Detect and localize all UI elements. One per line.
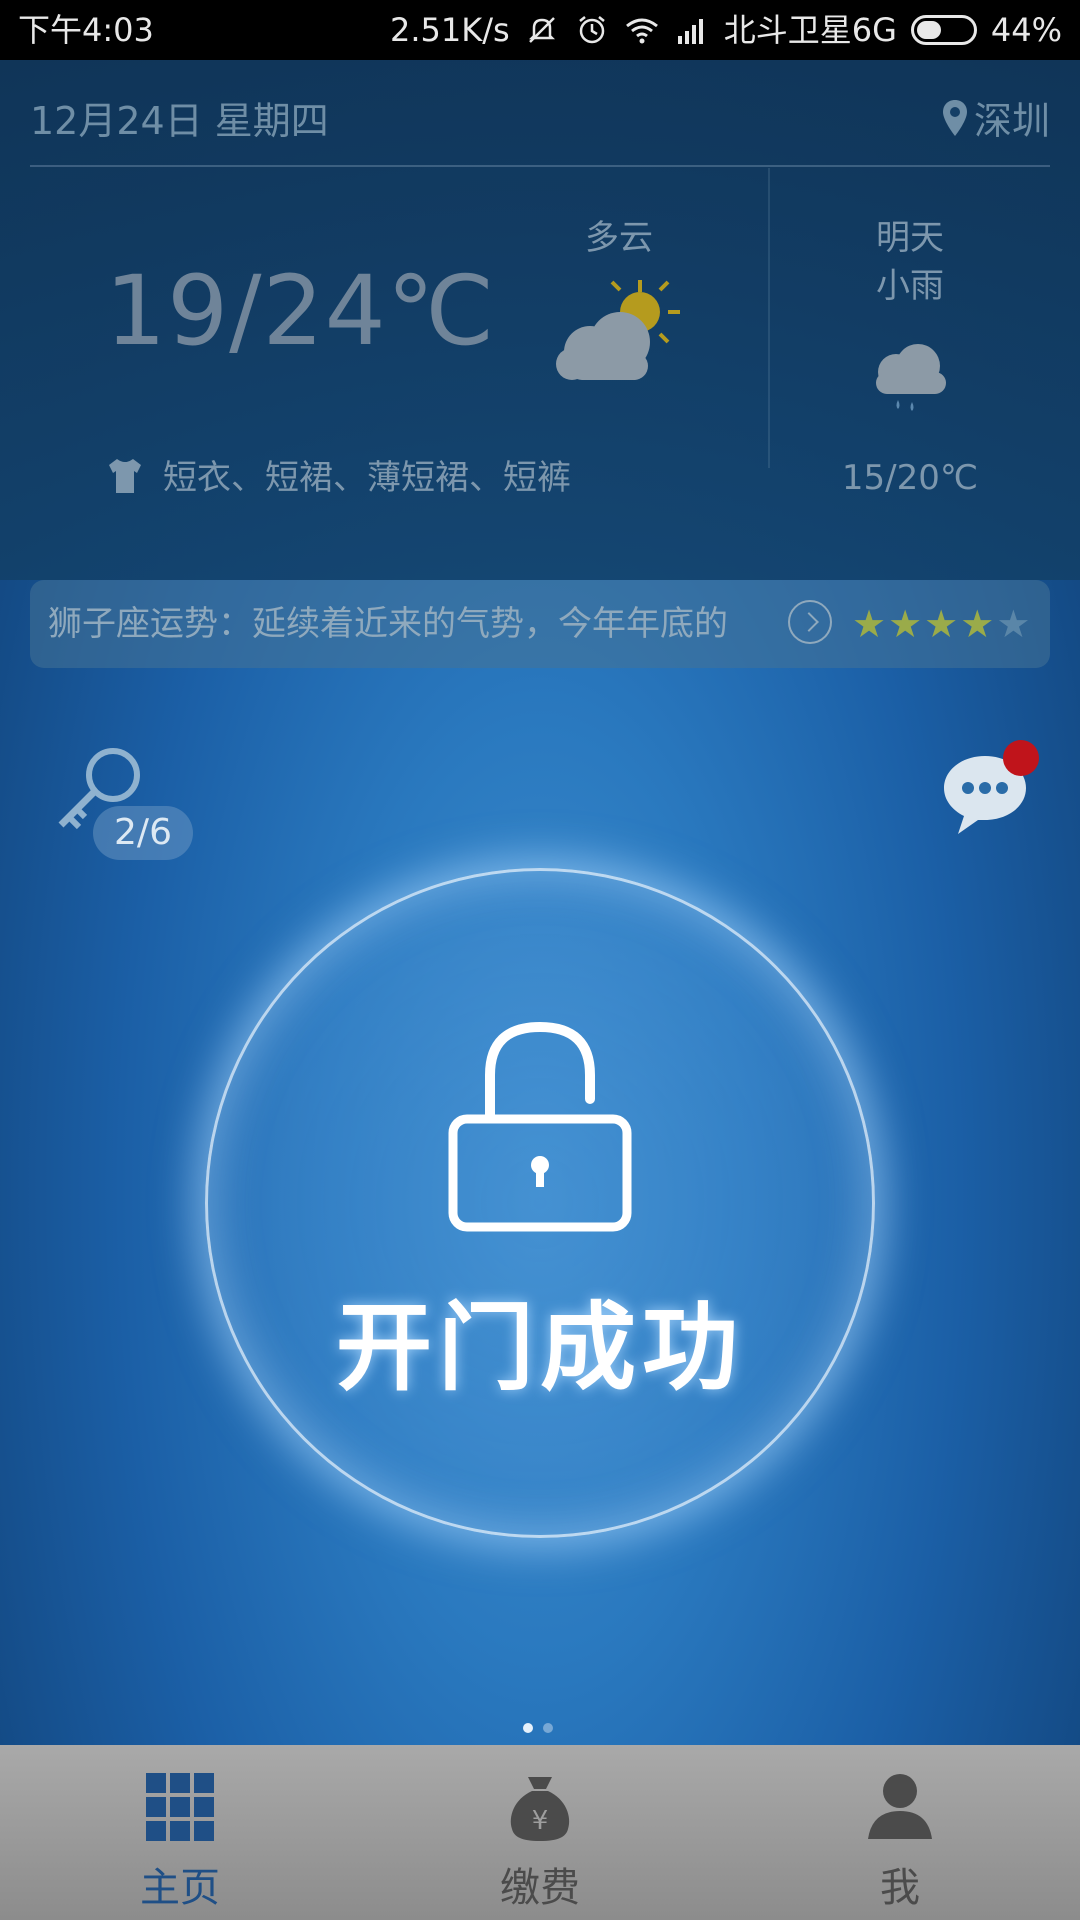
location-button[interactable]: 深圳 [942,90,1050,145]
money-bag-icon: ¥ [510,1777,570,1841]
star-icon: ★ [960,602,995,646]
person-icon [868,1774,932,1839]
cloudy-sun-icon [556,280,680,380]
location-text: 深圳 [973,99,1050,143]
today-temperature: 19/24℃ [105,255,496,367]
page-indicator [523,1723,553,1733]
date-text: 12月24日 星期四 [30,99,329,143]
nav-me-label: 我 [880,1865,920,1911]
horoscope-banner[interactable]: 狮子座运势：延续着近来的气势，今年年底的 ★ ★ ★ ★ ★ [30,580,1050,668]
weather-panel: 12月24日 星期四 深圳 19/24℃ 多云 短衣、短裙、薄短裙、短裤 明天 … [0,60,1080,580]
location-pin-icon [942,99,967,136]
unlocked-padlock-icon [448,1021,632,1232]
wifi-icon [625,18,658,44]
clothing-text: 短衣、短裙、薄短裙、短裤 [163,458,571,498]
nav-home[interactable]: 主页 [80,1745,280,1920]
tomorrow-condition: 小雨 [876,266,944,306]
tomorrow-label: 明天 [876,218,944,258]
star-icon: ★ [996,602,1031,646]
grid-icon [146,1773,214,1841]
bottom-nav: 主页 ¥ 缴费 我 [0,1745,1080,1920]
status-time: 下午4:03 [18,11,154,49]
svg-text:¥: ¥ [532,1806,549,1836]
star-icon: ★ [852,602,887,646]
chevron-right-icon[interactable] [788,600,832,644]
star-icon: ★ [924,602,959,646]
key-count-badge: 2/6 [93,806,193,860]
status-bar: 下午4:03 2.51K/s 北斗卫星6G 44% [0,0,1080,60]
clothing-suggestion: 短衣、短裙、薄短裙、短裤 [105,450,571,499]
unlock-status-text: 开门成功 [336,1292,744,1404]
tomorrow-temperature: 15/20℃ [841,458,979,498]
horoscope-text: 狮子座运势：延续着近来的气势，今年年底的 [48,604,728,644]
date-row: 12月24日 星期四 深圳 [30,90,1050,146]
carrier-name: 北斗卫星6G [723,11,897,49]
divider [768,168,770,468]
star-rating: ★ ★ ★ ★ ★ [852,598,1030,650]
notification-dot [1003,740,1039,776]
today-condition: 多云 [585,218,653,258]
shirt-icon [109,458,141,493]
star-icon: ★ [888,602,923,646]
rain-cloud-icon [876,344,946,411]
battery-percent: 44% [990,11,1062,49]
nav-me[interactable]: 我 [800,1745,1000,1920]
signal-icon [677,19,703,44]
page-dot[interactable] [523,1723,533,1733]
network-speed: 2.51K/s [390,11,510,49]
mute-icon [528,17,555,43]
divider [30,165,1050,167]
nav-payment[interactable]: ¥ 缴费 [440,1745,640,1920]
battery-icon [910,15,977,45]
nav-payment-label: 缴费 [500,1865,580,1911]
alarm-icon [578,16,605,44]
nav-home-label: 主页 [140,1865,220,1911]
status-right: 2.51K/s 北斗卫星6G 44% [390,0,1062,60]
page-dot[interactable] [543,1723,553,1733]
